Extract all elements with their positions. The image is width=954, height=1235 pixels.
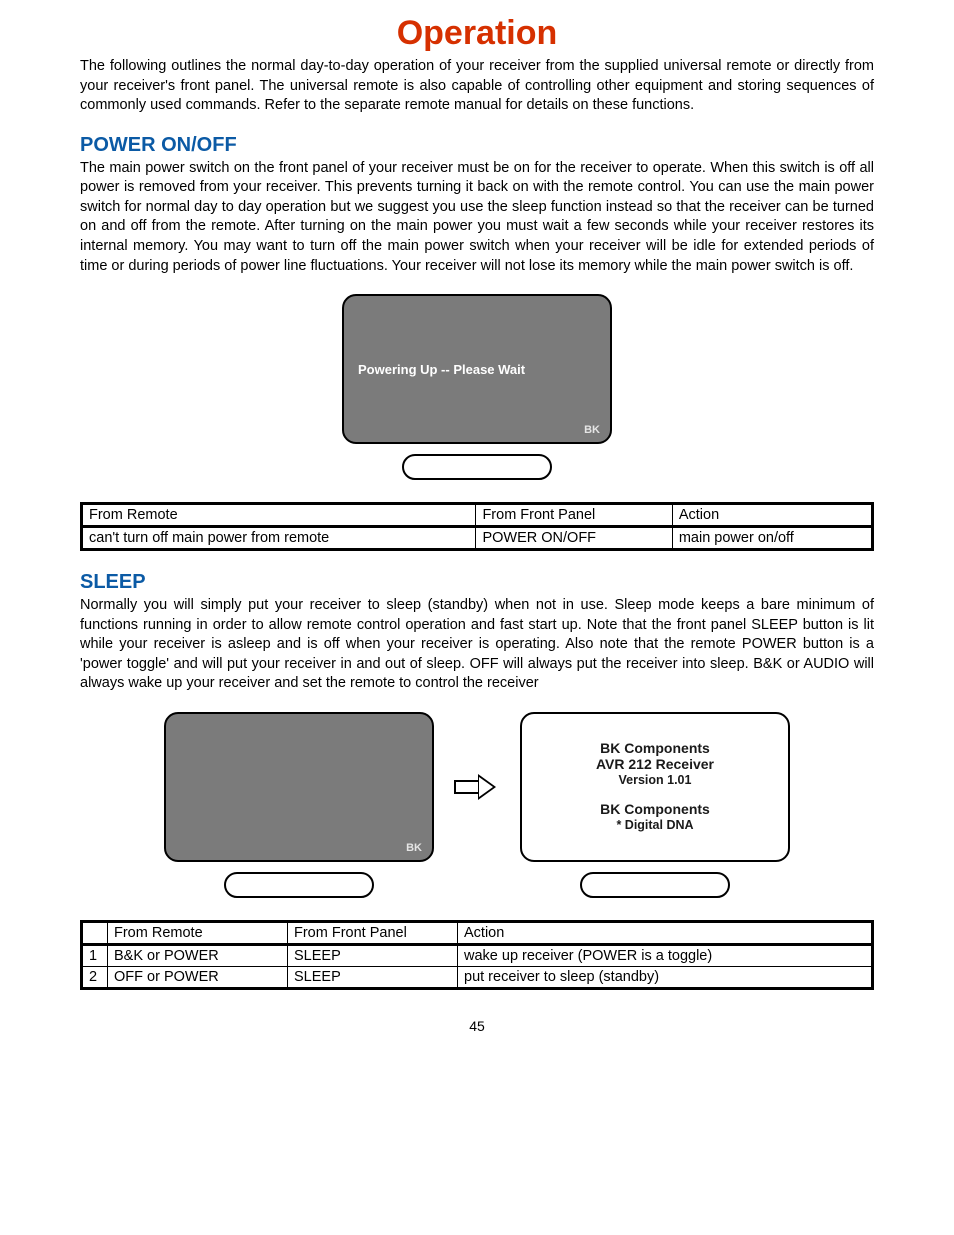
info-line: * Digital DNA [616, 818, 693, 832]
power-paragraph: The main power switch on the front panel… [80, 159, 874, 276]
page-number: 45 [80, 1018, 874, 1034]
table-cell: SLEEP [288, 966, 458, 988]
table-header: From Remote [108, 921, 288, 944]
table-header [82, 921, 108, 944]
section-heading-power: POWER ON/OFF [80, 134, 874, 157]
table-cell: put receiver to sleep (standby) [458, 966, 873, 988]
lcd-message: Powering Up -- Please Wait [344, 362, 610, 377]
under-bar [402, 454, 552, 480]
table-cell: 2 [82, 966, 108, 988]
info-line: AVR 212 Receiver [596, 757, 714, 773]
bk-badge: BK [584, 424, 600, 436]
table-cell: POWER ON/OFF [476, 527, 672, 550]
lcd-screen-info: BK Components AVR 212 Receiver Version 1… [520, 712, 790, 862]
table-header: From Front Panel [288, 921, 458, 944]
info-line: BK Components [600, 802, 710, 818]
table-header: From Front Panel [476, 504, 672, 527]
table-cell: 1 [82, 944, 108, 966]
table-header: Action [672, 504, 872, 527]
table-header: From Remote [82, 504, 476, 527]
lcd-screen: Powering Up -- Please Wait BK [342, 294, 612, 444]
under-bar [224, 872, 374, 898]
info-line: BK Components [600, 741, 710, 757]
page-title: Operation [80, 14, 874, 53]
bk-badge: BK [406, 842, 422, 854]
sleep-illustration-row: BK BK Components AVR 212 Receiver Versio… [80, 712, 874, 898]
table-cell: SLEEP [288, 944, 458, 966]
arrow-right-icon [454, 774, 500, 800]
power-screen-illustration: Powering Up -- Please Wait BK [80, 294, 874, 480]
table-cell: main power on/off [672, 527, 872, 550]
sleep-right-stack: BK Components AVR 212 Receiver Version 1… [520, 712, 790, 898]
sleep-action-table: From Remote From Front Panel Action 1 B&… [80, 920, 874, 990]
table-cell: OFF or POWER [108, 966, 288, 988]
table-cell: wake up receiver (POWER is a toggle) [458, 944, 873, 966]
sleep-paragraph: Normally you will simply put your receiv… [80, 596, 874, 694]
section-heading-sleep: SLEEP [80, 571, 874, 594]
lcd-screen-blank: BK [164, 712, 434, 862]
table-cell: can't turn off main power from remote [82, 527, 476, 550]
table-header: Action [458, 921, 873, 944]
under-bar [580, 872, 730, 898]
info-line: Version 1.01 [619, 773, 692, 787]
intro-paragraph: The following outlines the normal day-to… [80, 57, 874, 116]
power-action-table: From Remote From Front Panel Action can'… [80, 502, 874, 551]
table-cell: B&K or POWER [108, 944, 288, 966]
sleep-left-stack: BK [164, 712, 434, 898]
